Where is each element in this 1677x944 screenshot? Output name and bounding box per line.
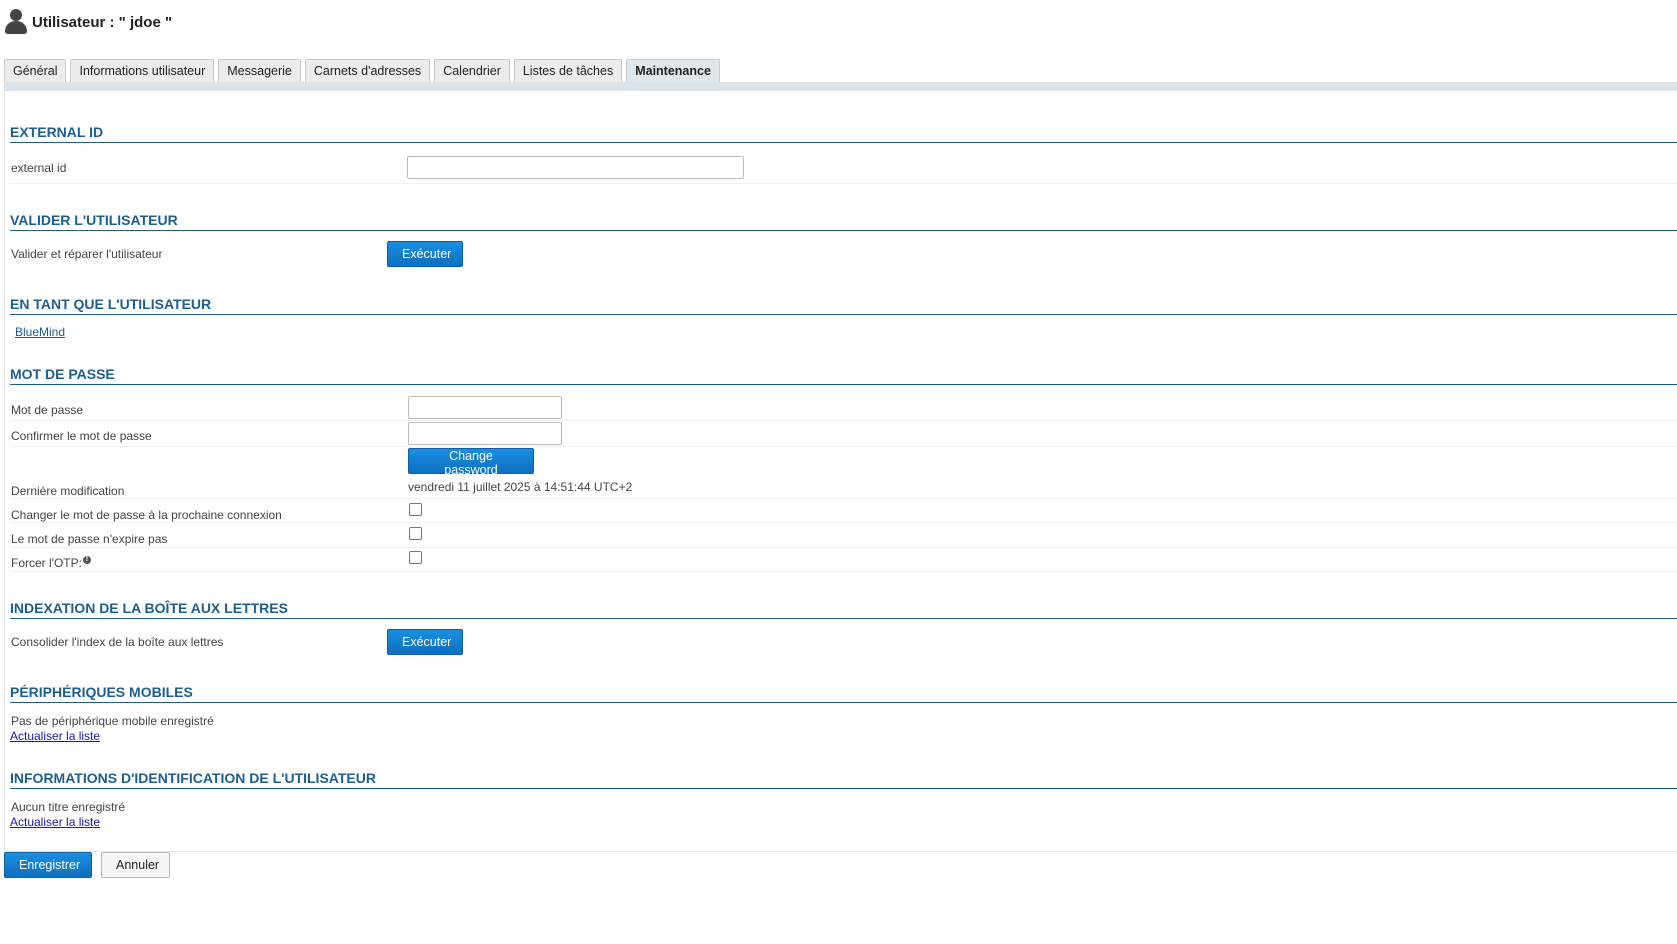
never-expire-label: Le mot de passe n'expire pas: [11, 532, 168, 546]
row-divider: [10, 498, 1677, 499]
section-validate-title: VALIDER L'UTILISATEUR: [10, 212, 1677, 231]
section-mobile-title: PÉRIPHÉRIQUES MOBILES: [10, 684, 1677, 703]
indexing-label: Consolider l'index de la boîte aux lettr…: [11, 635, 224, 649]
bluemind-link[interactable]: BlueMind: [15, 325, 65, 339]
tab-calendar[interactable]: Calendrier: [434, 59, 510, 82]
mobile-empty-text: Pas de périphérique mobile enregistré: [11, 714, 214, 728]
row-divider: [10, 420, 1677, 421]
row-divider: [10, 522, 1677, 523]
confirm-password-label: Confirmer le mot de passe: [11, 429, 152, 443]
section-password-title: MOT DE PASSE: [10, 366, 1677, 385]
change-next-login-label: Changer le mot de passe à la prochaine c…: [11, 508, 282, 522]
save-button[interactable]: Enregistrer: [4, 852, 92, 878]
row-divider: [10, 547, 1677, 548]
never-expire-checkbox[interactable]: [409, 527, 422, 540]
mobile-refresh-link[interactable]: Actualiser la liste: [10, 729, 100, 743]
row-divider: [10, 571, 1677, 572]
tab-general[interactable]: Général: [4, 59, 67, 82]
page-title: Utilisateur : " jdoe ": [32, 13, 173, 31]
indexing-execute-button[interactable]: Exécuter: [387, 629, 463, 655]
validate-execute-button[interactable]: Exécuter: [387, 241, 463, 267]
external-id-label: external id: [11, 161, 67, 175]
section-indexing-title: INDEXATION DE LA BOÎTE AUX LETTRES: [10, 600, 1677, 619]
external-id-input[interactable]: [407, 156, 744, 179]
force-otp-label-text: Forcer l'OTP:: [11, 556, 82, 570]
tab-maintenance[interactable]: Maintenance: [626, 59, 720, 82]
password-label: Mot de passe: [11, 403, 84, 417]
tab-messaging[interactable]: Messagerie: [218, 59, 301, 82]
last-modified-label: Dernière modification: [11, 484, 125, 498]
credentials-refresh-link[interactable]: Actualiser la liste: [10, 815, 100, 829]
section-external-id-title: EXTERNAL ID: [10, 124, 1677, 143]
user-icon: [4, 8, 28, 36]
password-input[interactable]: [408, 396, 562, 419]
last-modified-value: vendredi 11 juillet 2025 à 14:51:44 UTC+…: [408, 480, 633, 494]
change-next-login-checkbox[interactable]: [409, 503, 422, 516]
confirm-password-input[interactable]: [408, 422, 562, 445]
section-credentials-title: INFORMATIONS D'IDENTIFICATION DE L'UTILI…: [10, 770, 1677, 789]
tab-address-books[interactable]: Carnets d'adresses: [304, 59, 431, 82]
row-divider: [10, 183, 1677, 184]
tab-bar: Général Informations utilisateur Message…: [4, 59, 724, 82]
info-icon[interactable]: !: [82, 556, 91, 564]
content-border: [4, 91, 5, 851]
tab-strip: [4, 82, 1677, 91]
cancel-button[interactable]: Annuler: [101, 852, 170, 878]
tab-task-lists[interactable]: Listes de tâches: [513, 59, 623, 82]
page-header: Utilisateur : " jdoe ": [4, 4, 172, 40]
footer-divider: [4, 851, 1677, 852]
validate-label: Valider et réparer l'utilisateur: [11, 247, 163, 261]
force-otp-checkbox[interactable]: [409, 551, 422, 564]
credentials-empty-text: Aucun titre enregistré: [11, 800, 126, 814]
tab-user-info[interactable]: Informations utilisateur: [70, 59, 215, 82]
force-otp-label: Forcer l'OTP:!: [11, 556, 91, 570]
section-as-user-title: EN TANT QUE L'UTILISATEUR: [10, 296, 1677, 315]
change-password-button[interactable]: Change password: [408, 448, 534, 477]
row-divider: [10, 446, 1677, 447]
